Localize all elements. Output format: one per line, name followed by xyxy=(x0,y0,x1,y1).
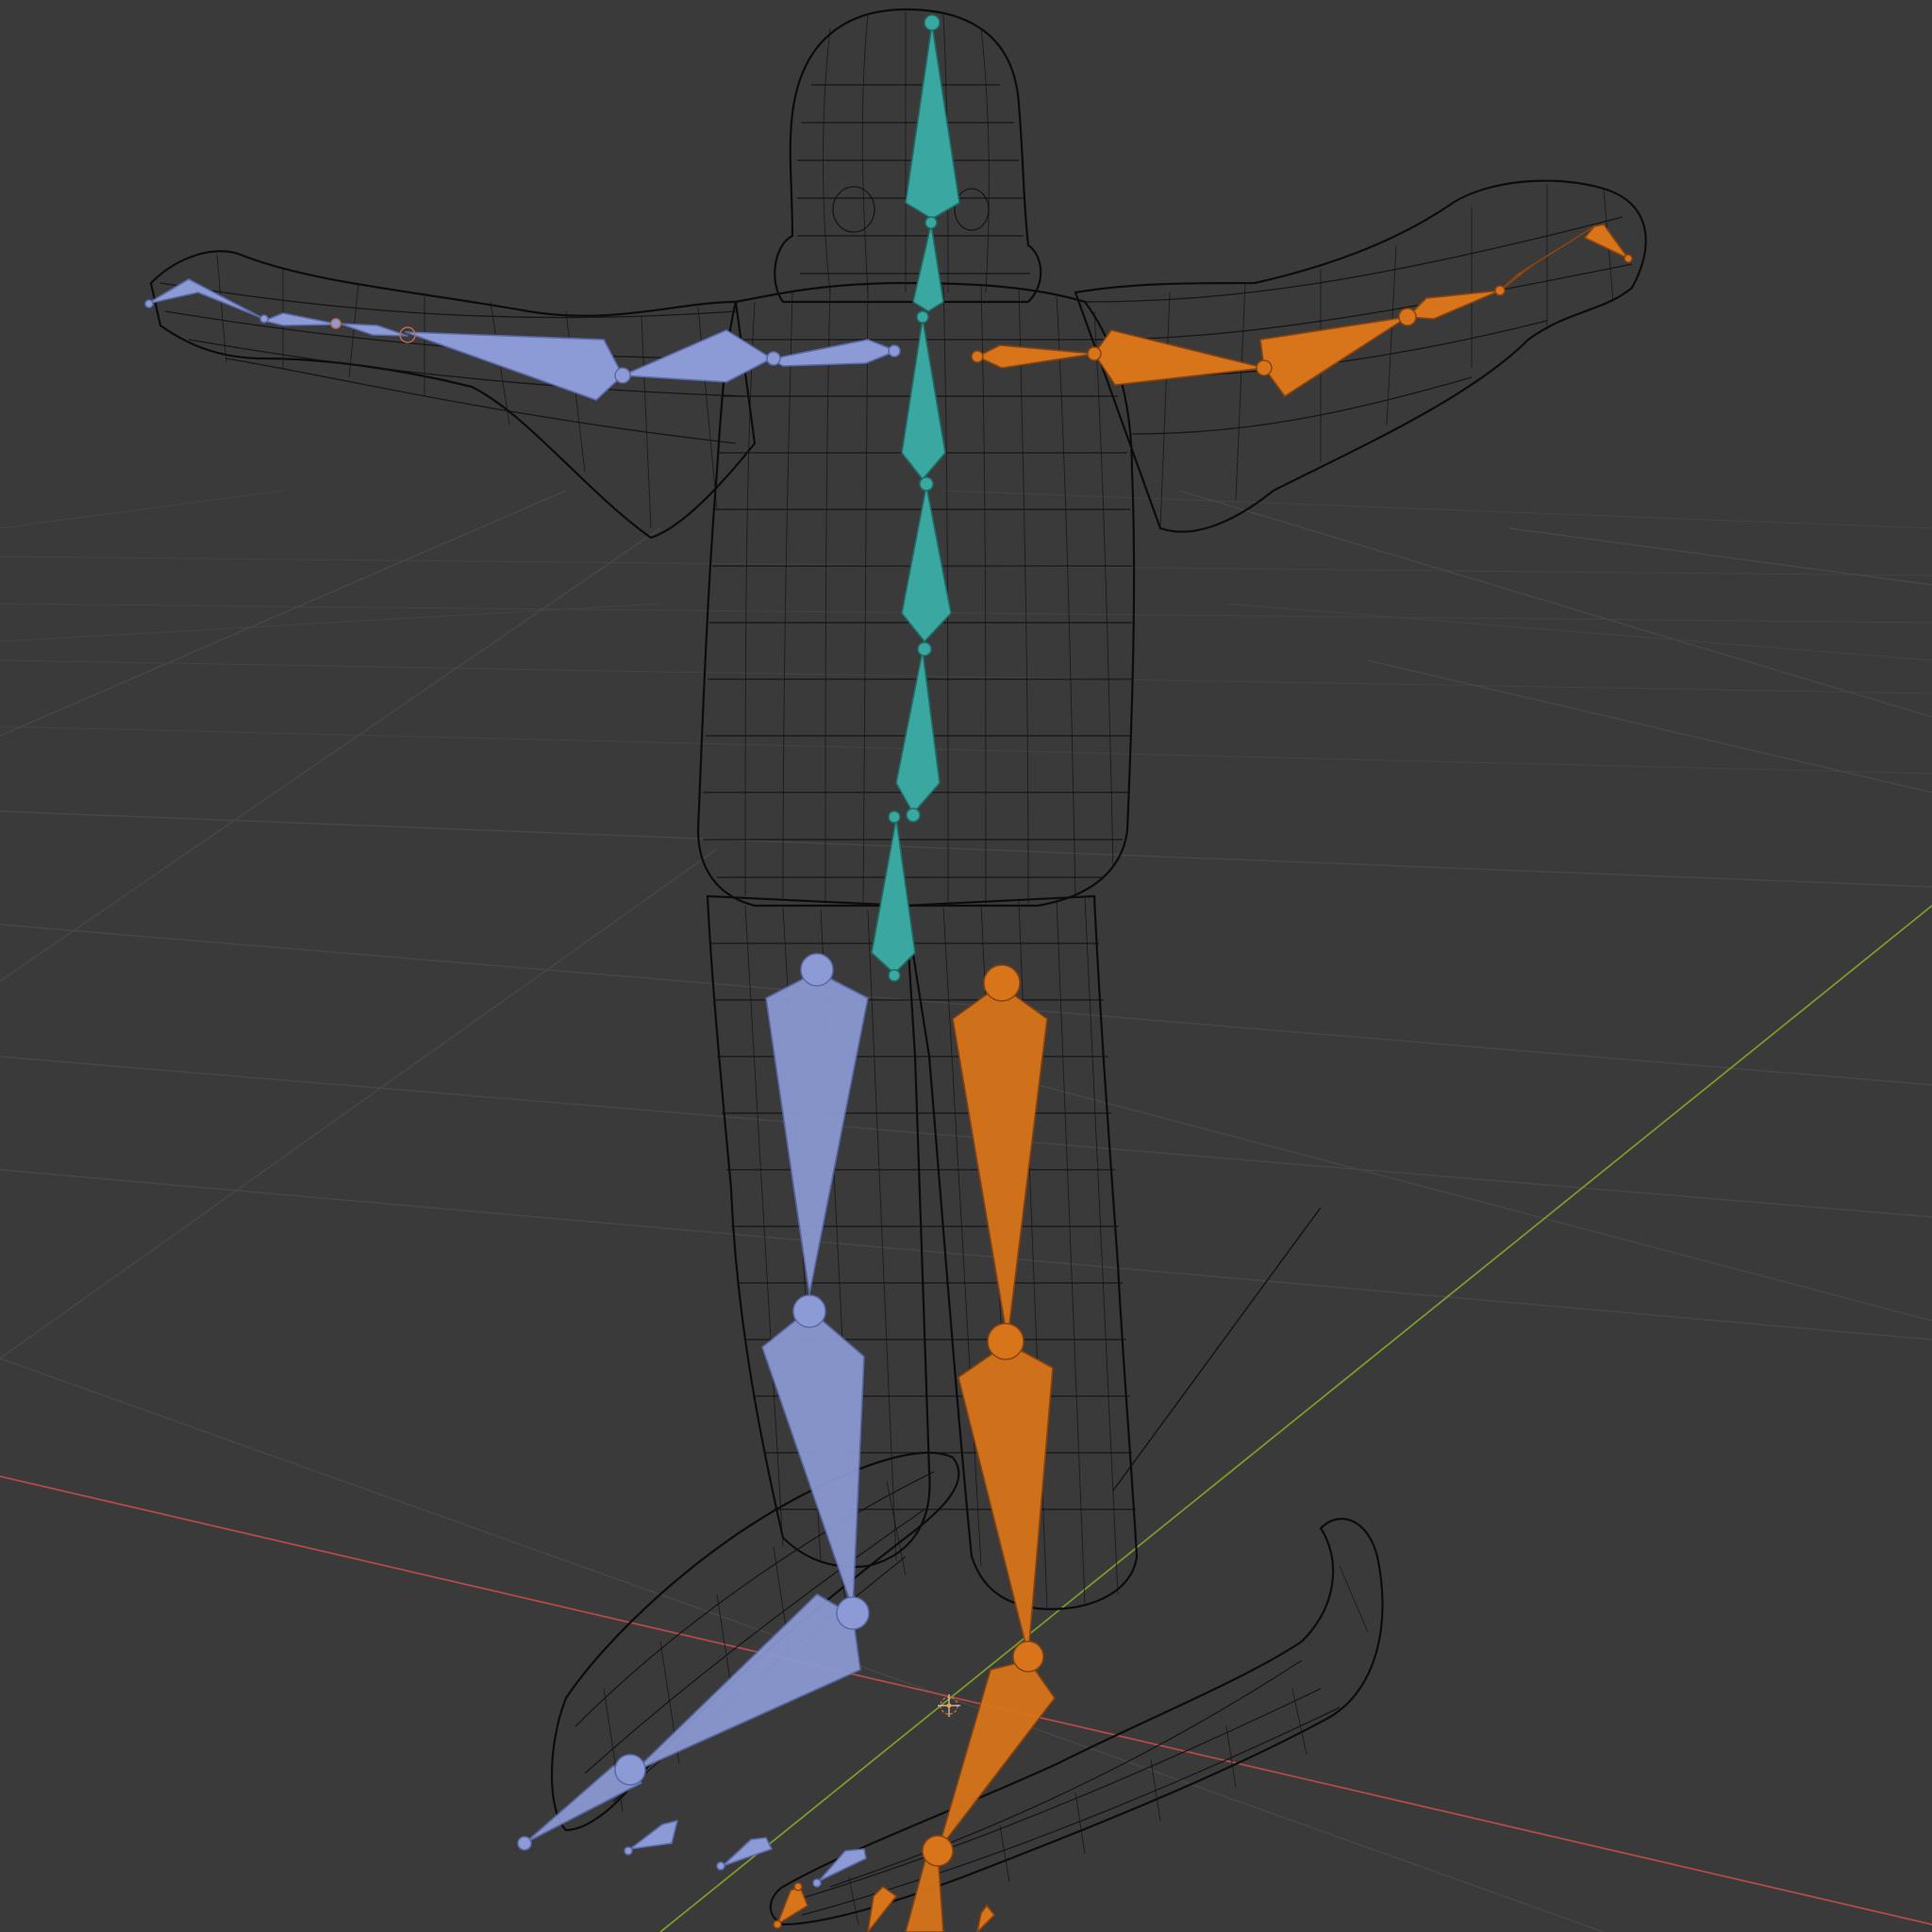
object-guide-line xyxy=(1112,1207,1322,1491)
floor-grid xyxy=(0,490,1932,1932)
spine-joint xyxy=(888,969,901,982)
spine-joint xyxy=(916,310,929,324)
x-axis-line xyxy=(0,1475,1932,1925)
spine-joint xyxy=(917,641,932,657)
3d-viewport[interactable] xyxy=(0,0,1932,1932)
spine-joint xyxy=(888,810,901,824)
viewport-scene[interactable] xyxy=(0,0,1932,1932)
spine-joint xyxy=(919,476,934,491)
spine-joint xyxy=(924,216,938,229)
object-origin-icon xyxy=(946,1703,952,1708)
spine-joint xyxy=(924,14,941,31)
armature-right-bones[interactable] xyxy=(773,224,1633,1932)
spine-joint xyxy=(906,808,921,823)
